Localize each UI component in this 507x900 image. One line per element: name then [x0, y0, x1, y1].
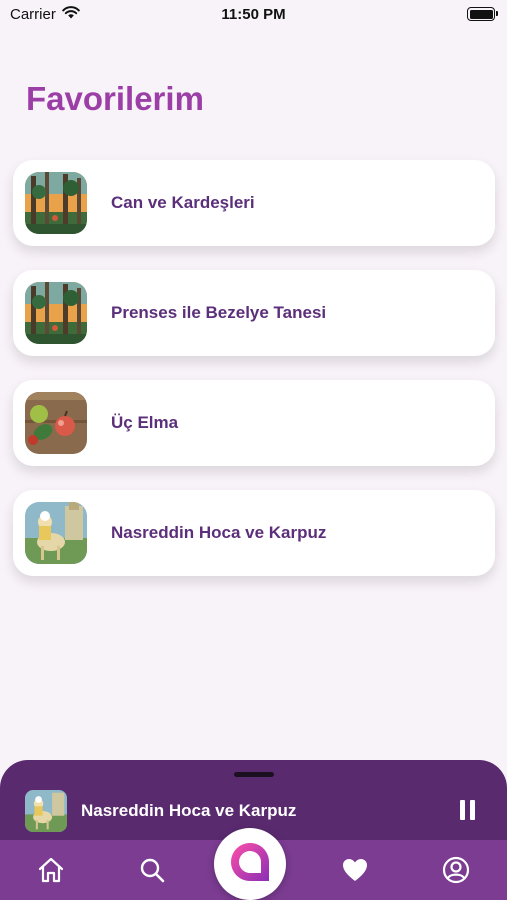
forest-thumbnail-icon — [25, 282, 87, 344]
apples-thumbnail-icon — [25, 392, 87, 454]
pause-bar-right — [469, 800, 475, 820]
status-bar: Carrier 11:50 PM — [0, 0, 507, 28]
pause-bar-left — [459, 800, 465, 820]
carrier-label: Carrier — [10, 5, 56, 23]
profile-icon[interactable] — [440, 854, 472, 886]
pause-icon[interactable] — [456, 800, 478, 822]
favorite-title: Can ve Kardeşleri — [111, 193, 255, 212]
favorite-item[interactable]: Prenses ile Bezelye Tanesi — [13, 270, 495, 356]
player-thumbnail-icon — [25, 790, 67, 832]
battery-icon — [467, 7, 498, 21]
page-title: Favorilerim — [26, 80, 204, 117]
search-icon[interactable] — [136, 854, 168, 886]
home-icon[interactable] — [35, 854, 67, 886]
forest-thumbnail-icon — [25, 172, 87, 234]
battery-fill — [469, 9, 493, 19]
favorite-item[interactable]: Can ve Kardeşleri — [13, 160, 495, 246]
status-left: Carrier — [10, 6, 80, 23]
drag-handle[interactable] — [234, 772, 274, 777]
favorite-item[interactable]: Üç Elma — [13, 380, 495, 466]
wifi-icon — [62, 5, 80, 23]
favorite-title: Prenses ile Bezelye Tanesi — [111, 303, 327, 322]
favorite-item[interactable]: Nasreddin Hoca ve Karpuz — [13, 490, 495, 576]
app-logo-icon — [227, 839, 273, 890]
donkey-thumbnail-icon — [25, 502, 87, 564]
favorites-list: Can ve Kardeşleri Prenses ile Bezelye Ta… — [13, 160, 495, 600]
app-logo-button[interactable] — [214, 828, 286, 900]
favorite-title: Üç Elma — [111, 413, 179, 432]
favorite-title: Nasreddin Hoca ve Karpuz — [111, 523, 327, 542]
heart-icon[interactable] — [339, 854, 371, 886]
player-title: Nasreddin Hoca ve Karpuz — [81, 801, 297, 820]
